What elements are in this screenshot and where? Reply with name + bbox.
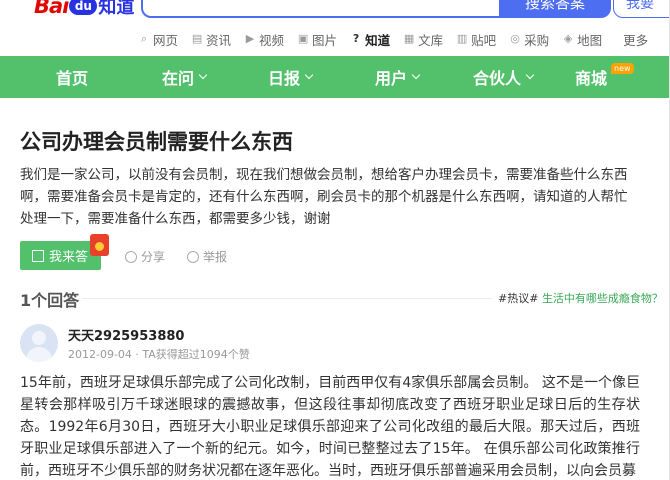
answer-count-row: 1个回答 #热议# 生活中有哪些成瘾食物？ <box>20 287 663 310</box>
channel-5[interactable]: ▦ 文库 <box>403 30 443 49</box>
nav-item-5[interactable]: 商城 <box>575 56 607 98</box>
answer-text: 15年前，西班牙足球俱乐部完成了公司化改制，目前西甲仅有4家俱乐部属会员制。 这… <box>20 375 640 479</box>
channel-2[interactable]: ▶ 视频 <box>244 30 284 49</box>
answer-count: 1个回答 <box>20 291 80 310</box>
question-title: 公司办理会员制需要什么东西 <box>20 130 293 154</box>
nav-item-1[interactable]: 在问 <box>162 56 208 98</box>
question-description: 我们是一家公司，以前没有会员制，现在我们想做会员制，想给客户办理会员卡，需要准备… <box>20 167 628 227</box>
channel-label: 视频 <box>259 32 285 48</box>
nav-item-label: 首页 <box>56 69 89 88</box>
main-nav-bar: 首页 在问 日报 用户 合伙人 商城 <box>0 56 670 98</box>
logo-bai-text: Bai <box>34 0 69 18</box>
doc-icon: ▦ <box>403 32 415 45</box>
divider <box>82 298 492 299</box>
answer-meta: 2012-09-04 · TA获得超过1094个赞 <box>68 348 250 361</box>
channel-label: 网页 <box>153 32 179 48</box>
ask-question-button[interactable]: 我要 <box>613 0 670 18</box>
tieba-icon: ▥ <box>456 32 468 45</box>
red-packet-icon[interactable] <box>90 234 109 256</box>
channel-label: 采购 <box>524 32 550 48</box>
search-answer-button[interactable]: 搜索答案 <box>499 0 611 18</box>
top-search-bar: Bai du 知道 搜索答案 我要 <box>0 0 670 22</box>
nav-item-0[interactable]: 首页 <box>56 56 88 98</box>
i-answer-button[interactable]: 我来答 <box>20 241 101 270</box>
hot-topic-link[interactable]: 生活中有哪些成瘾食物？ <box>542 292 663 305</box>
nav-item-4[interactable]: 合伙人 <box>473 56 535 98</box>
hot-topic-prefix: #热议# <box>498 292 539 305</box>
share-icon <box>125 250 137 263</box>
nav-item-label: 在问 <box>162 69 195 88</box>
search-icon: ⌕ <box>140 32 148 45</box>
nav-item-label: 日报 <box>268 69 301 88</box>
channel-label: 贴吧 <box>471 32 497 48</box>
channel-label: 知道 <box>365 32 391 48</box>
channel-7[interactable]: ◎ 采购 <box>509 30 549 49</box>
share-button[interactable]: 分享 <box>125 248 165 265</box>
nav-item-label: 合伙人 <box>473 69 522 88</box>
channel-row: ⌕ 网页 ▤ 资讯 ▶ 视频 ▣ 图片? 知道 ▦ 文库 ▥ 贴吧 ◎ 采购 ◈ 地图 更多 <box>138 29 648 49</box>
logo-paw-icon: du <box>69 0 98 15</box>
nav-item-label: 用户 <box>375 69 408 88</box>
news-icon: ▤ <box>191 32 203 45</box>
i-answer-label: 我来答 <box>49 250 89 265</box>
avatar[interactable] <box>20 324 58 362</box>
logo-zhidao-text: 知道 <box>98 0 135 18</box>
share-label: 分享 <box>141 250 166 264</box>
channel-8[interactable]: ◈ 地图 <box>562 30 602 49</box>
chevron-down-icon <box>525 70 535 80</box>
hot-topic-tag[interactable]: #热议# 生活中有哪些成瘾食物？ <box>498 290 663 306</box>
channel-label: 更多 <box>623 32 649 48</box>
new-badge: new <box>611 63 634 74</box>
channel-0[interactable]: ⌕ 网页 <box>138 30 178 49</box>
nav-item-label: 商城 <box>575 69 608 88</box>
channel-9[interactable]: 更多 <box>623 30 648 49</box>
channel-label: 地图 <box>577 32 603 48</box>
channel-1[interactable]: ▤ 资讯 <box>191 30 231 49</box>
chevron-down-icon <box>411 70 421 80</box>
chevron-down-icon <box>304 70 314 80</box>
question-icon: ? <box>352 32 360 45</box>
search-input[interactable] <box>141 0 499 18</box>
channel-label: 资讯 <box>206 32 232 48</box>
channel-label: 文库 <box>418 32 444 48</box>
image-icon: ▣ <box>297 32 309 45</box>
report-label: 举报 <box>203 250 228 264</box>
map-icon: ◈ <box>563 32 573 45</box>
chevron-down-icon <box>198 70 208 80</box>
edit-icon <box>32 249 44 262</box>
channel-4[interactable]: ? 知道 <box>350 30 390 49</box>
channel-label: 图片 <box>312 32 338 48</box>
channel-3[interactable]: ▣ 图片 <box>297 30 337 49</box>
purchase-icon: ◎ <box>510 32 520 45</box>
nav-item-3[interactable]: 用户 <box>375 56 421 98</box>
channel-6[interactable]: ▥ 贴吧 <box>456 30 496 49</box>
nav-item-2[interactable]: 日报 <box>268 56 314 98</box>
answer-username[interactable]: 天天2925953880 <box>68 325 184 344</box>
report-button[interactable]: 举报 <box>187 248 227 265</box>
baidu-zhidao-logo[interactable]: Bai du 知道 <box>34 0 134 18</box>
video-icon: ▶ <box>245 32 255 45</box>
report-icon <box>187 250 199 263</box>
